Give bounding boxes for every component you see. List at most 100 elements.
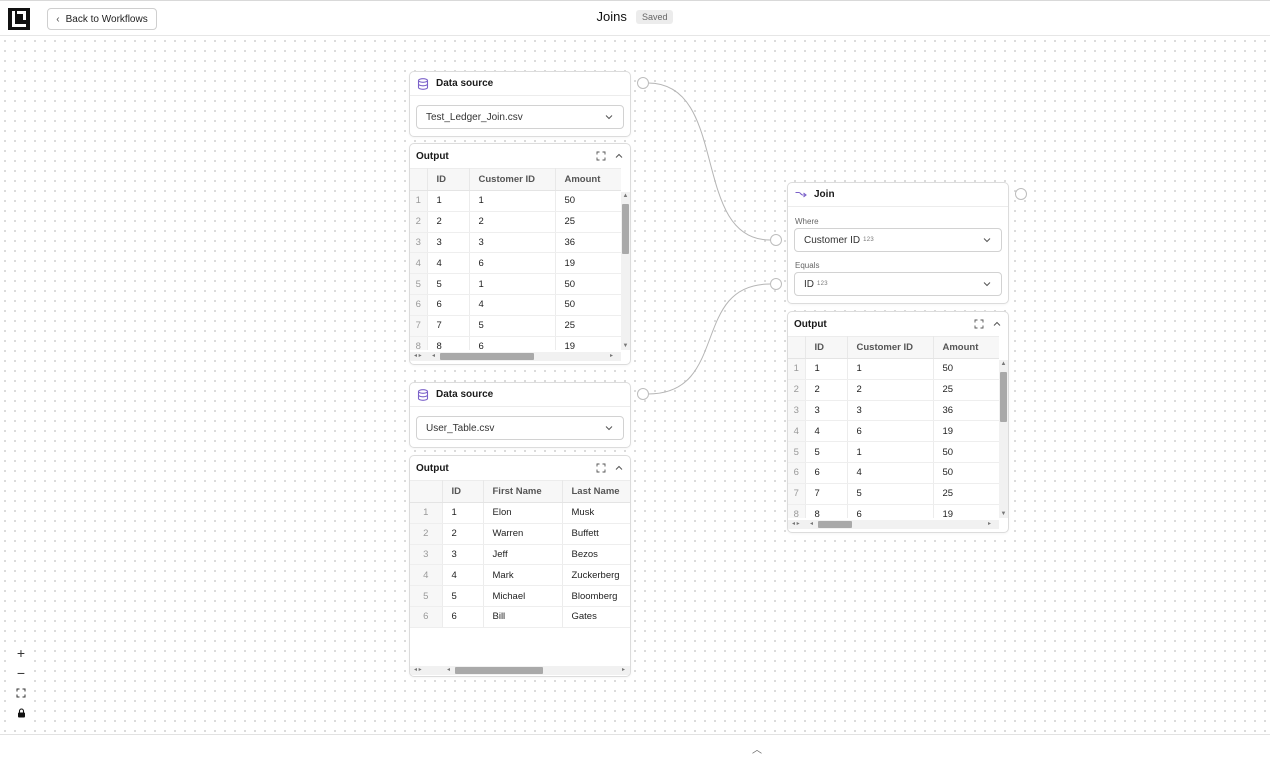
table-row[interactable]: 3 3 3 36 bbox=[788, 400, 999, 422]
table-cell[interactable]: 6 bbox=[847, 420, 934, 443]
table-cell[interactable]: 50 bbox=[555, 273, 621, 295]
join-node[interactable]: Join Where Customer ID 123 Equals ID 123 bbox=[787, 182, 1009, 304]
table-row[interactable]: 4 4 6 19 bbox=[788, 420, 999, 443]
output-port-source-1[interactable] bbox=[637, 77, 649, 89]
table-cell[interactable]: 2 bbox=[469, 211, 556, 233]
table-row[interactable]: 6 6 Bill Gates bbox=[410, 606, 630, 628]
table-cell[interactable]: 2 bbox=[847, 379, 934, 401]
column-header[interactable]: Amount bbox=[555, 168, 621, 191]
table-cell[interactable]: 6 bbox=[427, 294, 470, 316]
table-cell[interactable]: 4 bbox=[805, 420, 848, 443]
table-cell[interactable]: 7 bbox=[805, 483, 848, 505]
table-row[interactable]: 8 8 6 19 bbox=[410, 336, 621, 350]
expand-icon[interactable] bbox=[596, 463, 606, 473]
table-cell[interactable]: 25 bbox=[555, 211, 621, 233]
table-cell[interactable]: 6 bbox=[469, 336, 556, 350]
table-cell[interactable]: Gates bbox=[562, 606, 630, 628]
table-row[interactable]: 6 6 4 50 bbox=[410, 294, 621, 316]
table-row[interactable]: 5 5 1 50 bbox=[788, 441, 999, 463]
lock-button[interactable] bbox=[11, 703, 31, 723]
table-cell[interactable]: 25 bbox=[933, 379, 999, 401]
table-cell[interactable]: Elon bbox=[483, 502, 563, 524]
column-header[interactable]: ID bbox=[442, 480, 484, 503]
column-header[interactable]: Customer ID bbox=[847, 336, 934, 359]
table-cell[interactable]: 3 bbox=[442, 544, 484, 566]
table-cell[interactable]: Mark bbox=[483, 564, 563, 587]
table-row[interactable]: 2 2 Warren Buffett bbox=[410, 523, 630, 545]
table-cell[interactable]: 50 bbox=[933, 358, 999, 380]
table-row[interactable]: 1 1 1 50 bbox=[788, 358, 999, 380]
table-cell[interactable]: 2 bbox=[805, 379, 848, 401]
horizontal-scrollbar[interactable]: ◂ ▸ ◂ ▸ bbox=[410, 352, 621, 361]
table-cell[interactable]: Musk bbox=[562, 502, 630, 524]
table-cell[interactable]: Bill bbox=[483, 606, 563, 628]
table-cell[interactable]: 7 bbox=[427, 315, 470, 337]
expand-icon[interactable] bbox=[974, 319, 984, 329]
table-cell[interactable]: 4 bbox=[469, 294, 556, 316]
input-port-join-where[interactable] bbox=[770, 234, 782, 246]
table-row[interactable]: 2 2 2 25 bbox=[410, 211, 621, 233]
input-port-join-equals[interactable] bbox=[770, 278, 782, 290]
table-cell[interactable]: 50 bbox=[555, 190, 621, 212]
horizontal-scrollbar[interactable]: ◂ ▸ ◂ ▸ bbox=[788, 520, 999, 529]
table-row[interactable]: 3 3 Jeff Bezos bbox=[410, 544, 630, 566]
column-header[interactable]: ID bbox=[805, 336, 848, 359]
table-cell[interactable]: Buffett bbox=[562, 523, 630, 545]
table-cell[interactable]: 1 bbox=[427, 190, 470, 212]
table-cell[interactable]: 8 bbox=[427, 336, 470, 350]
horizontal-scrollbar[interactable]: ◂ ▸ ◂ ▸ bbox=[410, 666, 630, 675]
table-row[interactable]: 4 4 Mark Zuckerberg bbox=[410, 564, 630, 587]
table-row[interactable]: 6 6 4 50 bbox=[788, 462, 999, 484]
fit-view-button[interactable] bbox=[11, 683, 31, 703]
table-cell[interactable]: 5 bbox=[847, 483, 934, 505]
table-cell[interactable]: 25 bbox=[933, 483, 999, 505]
table-row[interactable]: 7 7 5 25 bbox=[410, 315, 621, 337]
column-header[interactable]: Amount bbox=[933, 336, 999, 359]
table-cell[interactable]: Bezos bbox=[562, 544, 630, 566]
table-cell[interactable]: 1 bbox=[469, 190, 556, 212]
table-cell[interactable]: 4 bbox=[427, 252, 470, 275]
table-cell[interactable]: Warren bbox=[483, 523, 563, 545]
table-cell[interactable]: 3 bbox=[805, 400, 848, 422]
chevron-up-icon[interactable]: ︿ bbox=[752, 741, 762, 756]
table-row[interactable]: 5 5 Michael Bloomberg bbox=[410, 585, 630, 607]
table-cell[interactable]: Zuckerberg bbox=[562, 564, 630, 587]
table-cell[interactable]: 50 bbox=[555, 294, 621, 316]
table-cell[interactable]: 2 bbox=[427, 211, 470, 233]
table-cell[interactable]: 19 bbox=[555, 252, 621, 275]
output-port-join[interactable] bbox=[1015, 188, 1027, 200]
chevron-up-icon[interactable] bbox=[614, 463, 624, 473]
column-header[interactable]: Last Name bbox=[562, 480, 630, 503]
table-cell[interactable]: 6 bbox=[805, 462, 848, 484]
table-cell[interactable]: 1 bbox=[442, 502, 484, 524]
table-cell[interactable]: Jeff bbox=[483, 544, 563, 566]
table-cell[interactable]: 4 bbox=[847, 462, 934, 484]
vertical-scrollbar[interactable]: ▲ ▼ bbox=[999, 360, 1008, 518]
table-cell[interactable]: 8 bbox=[805, 504, 848, 518]
column-header[interactable]: Customer ID bbox=[469, 168, 556, 191]
table-cell[interactable]: 1 bbox=[469, 273, 556, 295]
table-cell[interactable]: 5 bbox=[427, 273, 470, 295]
chevron-up-icon[interactable] bbox=[614, 151, 624, 161]
table-cell[interactable]: 1 bbox=[847, 358, 934, 380]
table-row[interactable]: 3 3 3 36 bbox=[410, 232, 621, 254]
table-cell[interactable]: 19 bbox=[933, 504, 999, 518]
table-cell[interactable]: 36 bbox=[933, 400, 999, 422]
table-cell[interactable]: 5 bbox=[805, 441, 848, 463]
table-row[interactable]: 2 2 2 25 bbox=[788, 379, 999, 401]
table-row[interactable]: 1 1 1 50 bbox=[410, 190, 621, 212]
column-header[interactable]: ID bbox=[427, 168, 470, 191]
table-row[interactable]: 5 5 1 50 bbox=[410, 273, 621, 295]
table-cell[interactable]: Michael bbox=[483, 585, 563, 607]
table-cell[interactable]: Bloomberg bbox=[562, 585, 630, 607]
table-cell[interactable]: 4 bbox=[442, 564, 484, 587]
table-cell[interactable]: 36 bbox=[555, 232, 621, 254]
table-cell[interactable]: 50 bbox=[933, 441, 999, 463]
data-source-node-1[interactable]: Data source Test_Ledger_Join.csv bbox=[409, 71, 631, 137]
table-cell[interactable]: 6 bbox=[847, 504, 934, 518]
table-row[interactable]: 8 8 6 19 bbox=[788, 504, 999, 518]
expand-icon[interactable] bbox=[596, 151, 606, 161]
zoom-out-button[interactable]: − bbox=[11, 663, 31, 683]
zoom-in-button[interactable]: + bbox=[11, 643, 31, 663]
table-row[interactable]: 4 4 6 19 bbox=[410, 252, 621, 275]
